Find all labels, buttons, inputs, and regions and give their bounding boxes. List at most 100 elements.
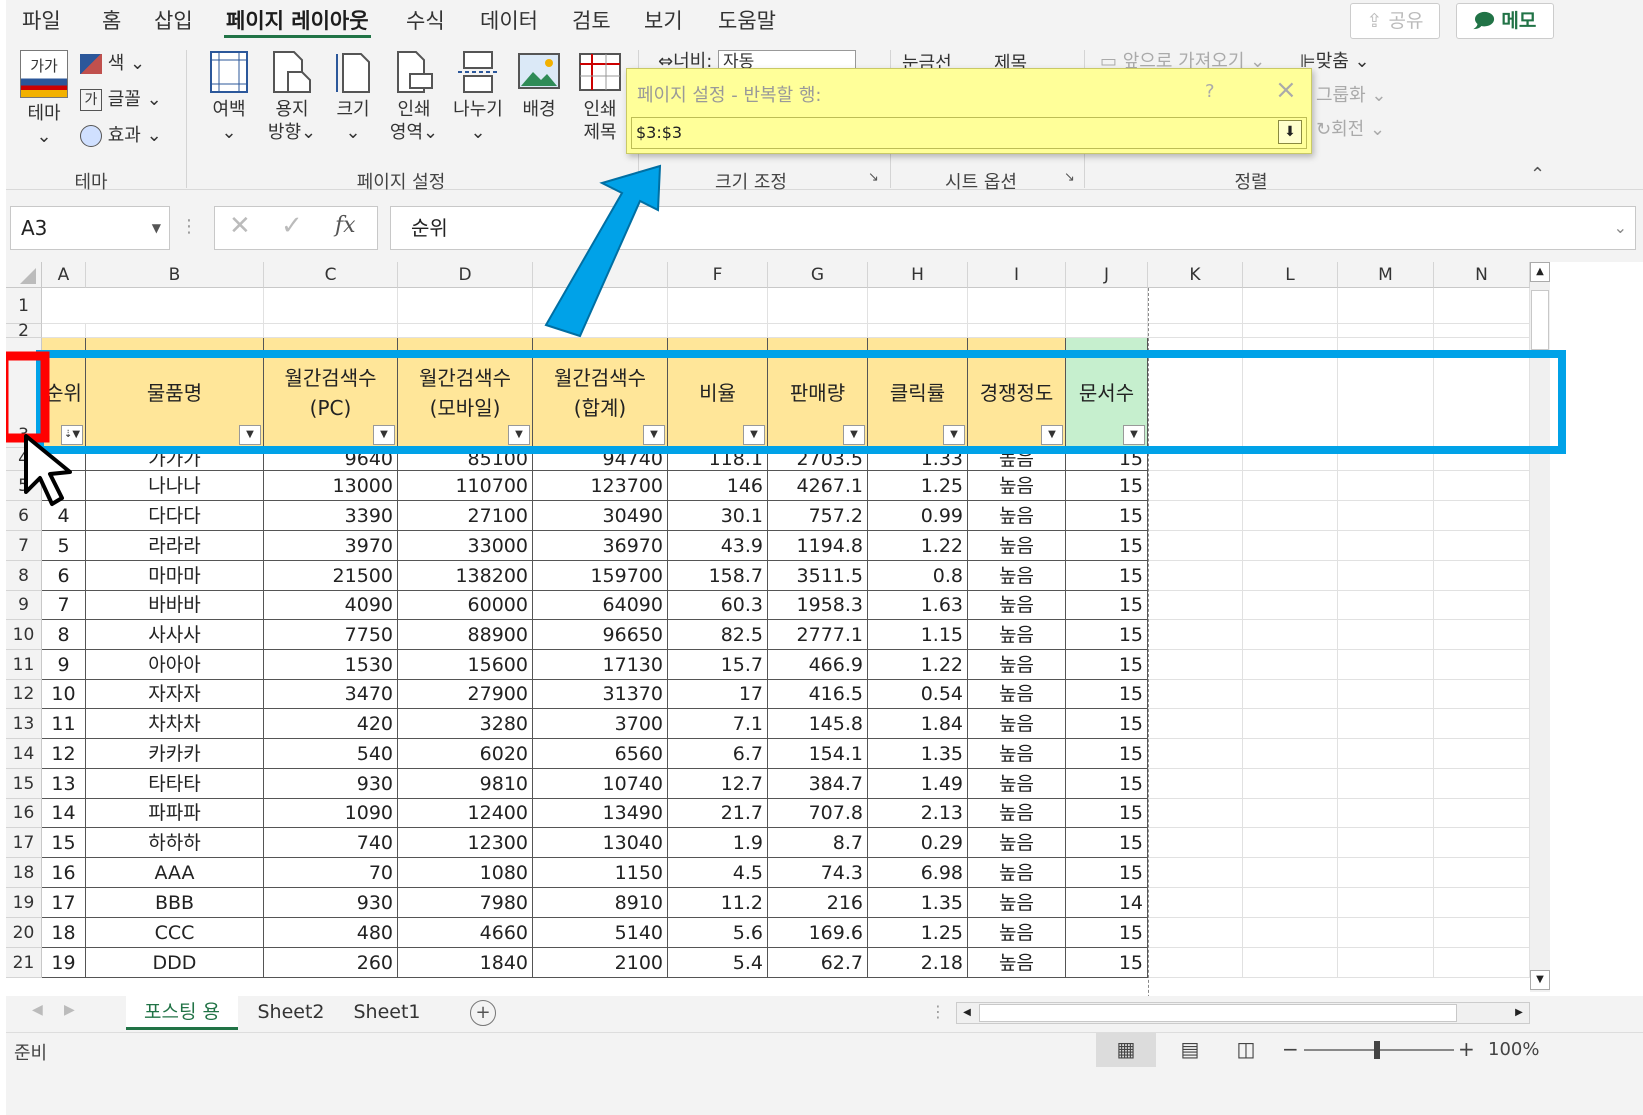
column-header-K[interactable]: K (1148, 262, 1243, 288)
data-cell-B[interactable]: 사사사 (86, 620, 264, 650)
grid-cell[interactable] (1243, 324, 1338, 338)
row-header-7[interactable]: 7 (6, 531, 42, 561)
grid-cell[interactable] (1338, 471, 1434, 501)
data-cell-G[interactable]: 2703.5 (768, 448, 868, 471)
grid-cell[interactable] (1338, 324, 1434, 338)
grid-cell[interactable] (1243, 828, 1338, 858)
header-cell-A[interactable]: 순위 ⇣▼ (42, 338, 86, 448)
grid-cell[interactable] (768, 288, 868, 324)
grid-cell[interactable] (1148, 448, 1243, 471)
grid-cell[interactable] (968, 288, 1066, 324)
data-cell-B[interactable]: 나나나 (86, 471, 264, 501)
tab-page-layout[interactable]: 페이지 레이아웃 (224, 6, 371, 38)
data-cell-E[interactable]: 13040 (533, 828, 668, 858)
grid-cell[interactable] (968, 324, 1066, 338)
header-cell-H[interactable]: 클릭률 ▼ (868, 338, 968, 448)
grid-cell[interactable] (1338, 858, 1434, 888)
data-cell-F[interactable]: 82.5 (668, 620, 768, 650)
sheet-tab-sheet2[interactable]: Sheet2 (246, 996, 336, 1030)
data-cell-F[interactable]: 6.7 (668, 739, 768, 769)
data-cell-D[interactable]: 9810 (398, 769, 533, 799)
row-header-9[interactable]: 9 (6, 591, 42, 620)
data-cell-I[interactable]: 높음 (968, 888, 1066, 918)
grid-cell[interactable] (1148, 650, 1243, 680)
filter-dropdown-button[interactable]: ▼ (373, 425, 395, 445)
sheet-title[interactable] (42, 288, 264, 324)
data-cell-D[interactable]: 4660 (398, 918, 533, 948)
data-cell-H[interactable]: 1.22 (868, 531, 968, 561)
grid-cell[interactable] (1338, 828, 1434, 858)
data-cell-F[interactable]: 12.7 (668, 769, 768, 799)
grid-cell[interactable] (1434, 620, 1530, 650)
data-cell-D[interactable]: 110700 (398, 471, 533, 501)
data-cell-C[interactable]: 540 (264, 739, 398, 769)
data-cell-H[interactable]: 0.8 (868, 561, 968, 591)
data-cell-I[interactable]: 높음 (968, 739, 1066, 769)
row-header-12[interactable]: 12 (6, 680, 42, 709)
data-cell-D[interactable]: 12400 (398, 799, 533, 828)
grid-cell[interactable] (1148, 828, 1243, 858)
data-cell-D[interactable]: 138200 (398, 561, 533, 591)
grid-cell[interactable] (264, 324, 398, 338)
data-cell-J[interactable]: 15 (1066, 650, 1148, 680)
grid-cell[interactable] (1434, 561, 1530, 591)
grid-cell[interactable] (1243, 769, 1338, 799)
grid-cell[interactable] (1148, 888, 1243, 918)
data-cell-E[interactable]: 2100 (533, 948, 668, 978)
grid-cell[interactable] (1338, 888, 1434, 918)
data-cell-B[interactable]: 카카카 (86, 739, 264, 769)
grid-cell[interactable] (533, 288, 668, 324)
data-cell-B[interactable]: 타타타 (86, 769, 264, 799)
rotate-button[interactable]: ↻회전 ⌄ (1316, 116, 1385, 144)
data-cell-G[interactable]: 154.1 (768, 739, 868, 769)
tab-data[interactable]: 데이터 (478, 6, 540, 38)
data-cell-B[interactable]: DDD (86, 948, 264, 978)
horizontal-scrollbar[interactable]: ◀ ▶ (956, 1002, 1530, 1024)
data-cell-F[interactable]: 146 (668, 471, 768, 501)
row-header-13[interactable]: 13 (6, 709, 42, 739)
data-cell-A[interactable]: 15 (42, 828, 86, 858)
tab-file[interactable]: 파일 (20, 6, 63, 38)
data-cell-F[interactable]: 43.9 (668, 531, 768, 561)
column-header-A[interactable]: A (42, 262, 86, 288)
data-cell-H[interactable]: 1.35 (868, 888, 968, 918)
grid-cell[interactable] (1243, 448, 1338, 471)
data-cell-E[interactable]: 13490 (533, 799, 668, 828)
data-cell-A[interactable]: 17 (42, 888, 86, 918)
data-cell-H[interactable]: 0.29 (868, 828, 968, 858)
grid-cell[interactable] (1338, 620, 1434, 650)
data-cell-H[interactable]: 1.49 (868, 769, 968, 799)
grid-cell[interactable] (533, 324, 668, 338)
row-header-2[interactable]: 2 (6, 323, 42, 340)
data-cell-G[interactable]: 2777.1 (768, 620, 868, 650)
insert-function-icon[interactable]: fx (335, 213, 356, 238)
hscroll-thumb[interactable] (979, 1004, 1457, 1022)
header-cell-B[interactable]: 물품명 ▼ (86, 338, 264, 448)
grid-cell[interactable] (1148, 471, 1243, 501)
grid-cell[interactable] (1148, 799, 1243, 828)
sort-filter-button[interactable]: ⇣▼ (61, 425, 83, 445)
grid-cell[interactable] (1148, 948, 1243, 978)
data-cell-A[interactable]: 8 (42, 620, 86, 650)
data-cell-B[interactable]: CCC (86, 918, 264, 948)
grid-cell[interactable] (1243, 858, 1338, 888)
grid-cell[interactable] (668, 288, 768, 324)
grid-cell[interactable] (1148, 288, 1243, 324)
data-cell-J[interactable]: 15 (1066, 769, 1148, 799)
data-cell-A[interactable]: 16 (42, 858, 86, 888)
header-cell-D[interactable]: 월간검색수 (모바일) ▼ (398, 338, 533, 448)
add-sheet-button[interactable]: + (470, 1000, 496, 1026)
data-cell-A[interactable] (42, 471, 86, 501)
scroll-down-icon[interactable]: ▼ (1530, 970, 1550, 990)
grid-cell[interactable] (1338, 288, 1434, 324)
data-cell-E[interactable]: 1150 (533, 858, 668, 888)
data-cell-C[interactable]: 70 (264, 858, 398, 888)
data-cell-F[interactable]: 118.1 (668, 448, 768, 471)
theme-colors-button[interactable]: 색 ⌄ (80, 50, 145, 78)
data-cell-I[interactable]: 높음 (968, 709, 1066, 739)
dialog-launcher-icon[interactable]: ↘ (1064, 170, 1075, 185)
filter-dropdown-button[interactable]: ▼ (943, 425, 965, 445)
row-header-6[interactable]: 6 (6, 501, 42, 531)
data-cell-I[interactable]: 높음 (968, 620, 1066, 650)
data-cell-H[interactable]: 1.25 (868, 918, 968, 948)
